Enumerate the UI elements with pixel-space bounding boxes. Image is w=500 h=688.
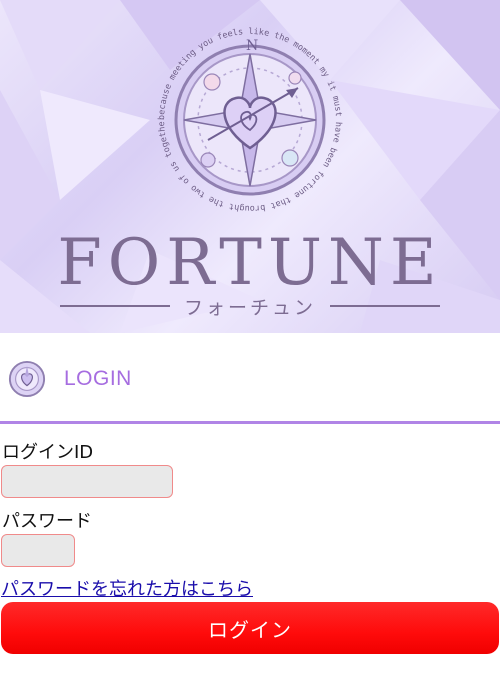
login-title: LOGIN bbox=[64, 367, 132, 390]
svg-text:N: N bbox=[246, 38, 258, 54]
compass-heart-emblem: because meeting you feels like the momen… bbox=[150, 20, 343, 213]
login-id-label: ログインID bbox=[2, 442, 94, 463]
login-id-input[interactable] bbox=[1, 465, 173, 498]
brand-rule-left bbox=[60, 305, 170, 307]
login-button[interactable]: ログイン bbox=[1, 602, 499, 654]
password-input[interactable] bbox=[1, 534, 75, 567]
brand-subtitle: フォーチュン bbox=[184, 296, 317, 319]
section-divider bbox=[0, 421, 500, 424]
hero-banner: because meeting you feels like the momen… bbox=[0, 0, 500, 333]
brand-rule-right bbox=[330, 305, 441, 307]
password-label: パスワード bbox=[2, 511, 92, 532]
emblem-icon bbox=[8, 360, 46, 398]
login-header: LOGIN bbox=[0, 355, 500, 403]
forgot-password-link[interactable]: パスワードを忘れた方はこちら bbox=[1, 575, 253, 601]
brand-name: FORTUNE bbox=[57, 226, 443, 300]
brand-subtitle-row: フォーチュン bbox=[60, 292, 441, 320]
